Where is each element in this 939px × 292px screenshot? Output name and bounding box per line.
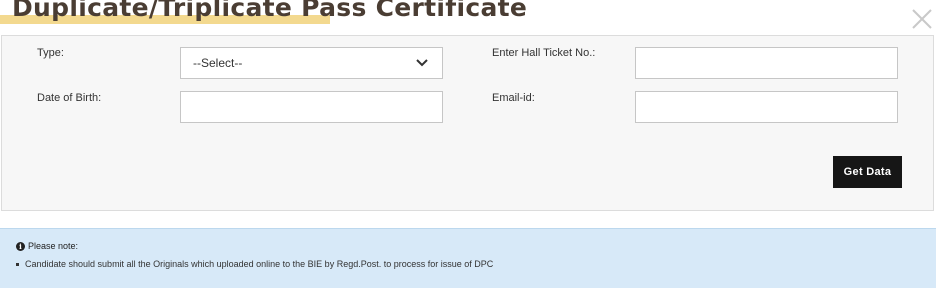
note-item-text: Candidate should submit all the Original… — [25, 259, 494, 269]
dob-input[interactable] — [180, 91, 443, 123]
hall-ticket-input[interactable] — [635, 47, 898, 79]
email-label: Email-id: — [492, 92, 535, 104]
hall-ticket-label: Enter Hall Ticket No.: — [492, 47, 596, 59]
type-select-value: --Select-- — [193, 56, 243, 70]
info-icon: i — [16, 241, 25, 251]
type-select[interactable]: --Select-- — [180, 47, 443, 79]
dob-label: Date of Birth: — [37, 92, 102, 104]
note-box: i Please note: Candidate should submit a… — [0, 228, 936, 288]
note-heading: i Please note: — [16, 241, 78, 251]
chevron-down-icon — [416, 56, 430, 70]
close-button[interactable] — [910, 7, 934, 31]
close-icon — [912, 9, 932, 29]
note-list: Candidate should submit all the Original… — [16, 259, 493, 269]
modal-header: Duplicate/Triplicate Pass Certificate — [0, 0, 600, 32]
get-data-button[interactable]: Get Data — [833, 156, 902, 188]
type-label: Type: — [37, 47, 64, 59]
modal-dialog: Duplicate/Triplicate Pass Certificate Ty… — [0, 0, 939, 292]
list-item: Candidate should submit all the Original… — [16, 259, 493, 269]
email-input[interactable] — [635, 91, 898, 123]
form-panel: Type: --Select-- Enter Hall Ticket No.: … — [1, 35, 934, 211]
modal-title: Duplicate/Triplicate Pass Certificate — [12, 0, 528, 22]
note-heading-text: Please note: — [28, 241, 79, 251]
bullet-icon — [16, 262, 19, 266]
